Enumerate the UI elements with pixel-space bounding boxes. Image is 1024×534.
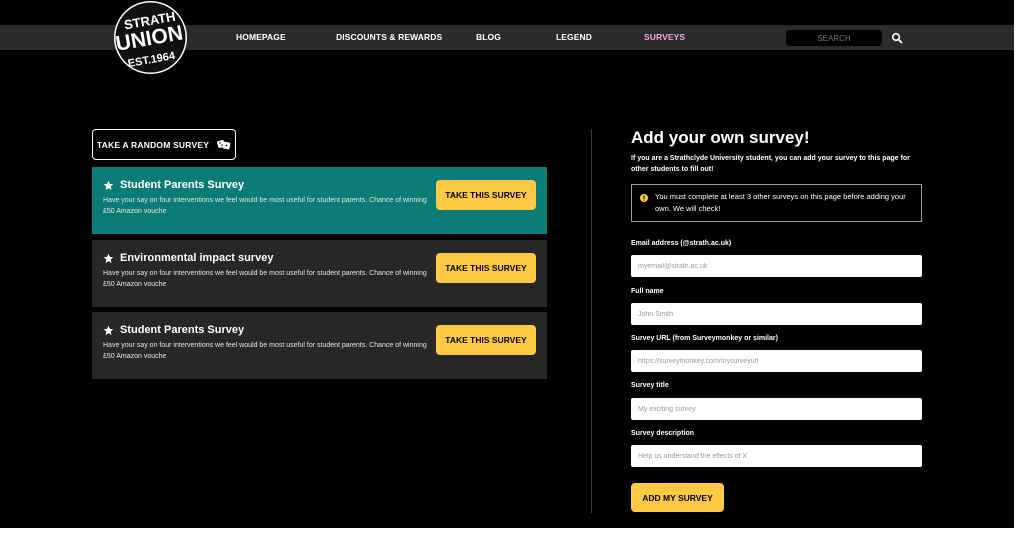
take-survey-button[interactable]: TAKE THIS SURVEY xyxy=(436,325,536,355)
survey-description: Have your say on four interventions we f… xyxy=(103,197,427,215)
nav-homepage[interactable]: HOMEPAGE xyxy=(236,25,286,50)
survey-title-field[interactable] xyxy=(631,398,922,420)
survey-card: Student Parents Survey Have your say on … xyxy=(92,167,547,234)
take-survey-button[interactable]: TAKE THIS SURVEY xyxy=(436,253,536,283)
survey-description-field[interactable] xyxy=(631,445,922,467)
take-random-survey-button[interactable]: TAKE A RANDOM SURVEY xyxy=(92,129,236,160)
survey-title-label: Survey title xyxy=(631,382,669,389)
random-survey-label: TAKE A RANDOM SURVEY xyxy=(96,139,210,150)
survey-url-label: Survey URL (from Surveymonkey or similar… xyxy=(631,335,778,342)
star-icon xyxy=(103,180,114,190)
survey-card: Student Parents Survey Have your say on … xyxy=(92,312,547,379)
search-input[interactable] xyxy=(786,30,882,46)
star-icon xyxy=(103,253,114,263)
nav-discounts-rewards[interactable]: DISCOUNTS & REWARDS xyxy=(336,25,442,50)
nav-blog[interactable]: BLOG xyxy=(476,25,501,50)
take-survey-button[interactable]: TAKE THIS SURVEY xyxy=(436,180,536,210)
star-icon xyxy=(103,325,114,335)
email-label: Email address (@strath.ac.uk) xyxy=(631,240,732,247)
survey-description: Have your say on four interventions we f… xyxy=(103,270,427,288)
survey-description-label: Survey description xyxy=(631,430,695,437)
survey-title: Student Parents Survey xyxy=(120,179,245,191)
survey-card: Environmental impact survey Have your sa… xyxy=(92,240,547,307)
strath-union-logo[interactable]: STRATH UNION EST.1964 xyxy=(114,1,187,74)
email-field[interactable] xyxy=(631,255,922,277)
nav-legend[interactable]: LEGEND xyxy=(556,25,592,50)
notice-text: You must complete at least 3 other surve… xyxy=(655,192,906,213)
nav-surveys[interactable]: SURVEYS xyxy=(644,25,685,50)
add-my-survey-button[interactable]: ADD MY SURVEY xyxy=(631,483,724,512)
survey-title: Student Parents Survey xyxy=(120,324,245,336)
full-name-label: Full name xyxy=(631,288,664,295)
column-divider xyxy=(591,129,592,513)
form-subtitle: If you are a Strathclyde University stud… xyxy=(631,155,910,173)
page: HOMEPAGE DISCOUNTS & REWARDS BLOG LEGEND… xyxy=(0,0,1014,528)
dice-icon xyxy=(217,140,231,150)
full-name-field[interactable] xyxy=(631,303,922,325)
notice-box: You must complete at least 3 other surve… xyxy=(631,184,922,222)
survey-url-field[interactable] xyxy=(631,350,922,372)
search-icon[interactable] xyxy=(891,32,903,44)
survey-title: Environmental impact survey xyxy=(120,252,274,264)
survey-description: Have your say on four interventions we f… xyxy=(103,342,427,360)
warning-icon xyxy=(640,194,648,202)
form-title: Add your own survey! xyxy=(631,128,810,147)
